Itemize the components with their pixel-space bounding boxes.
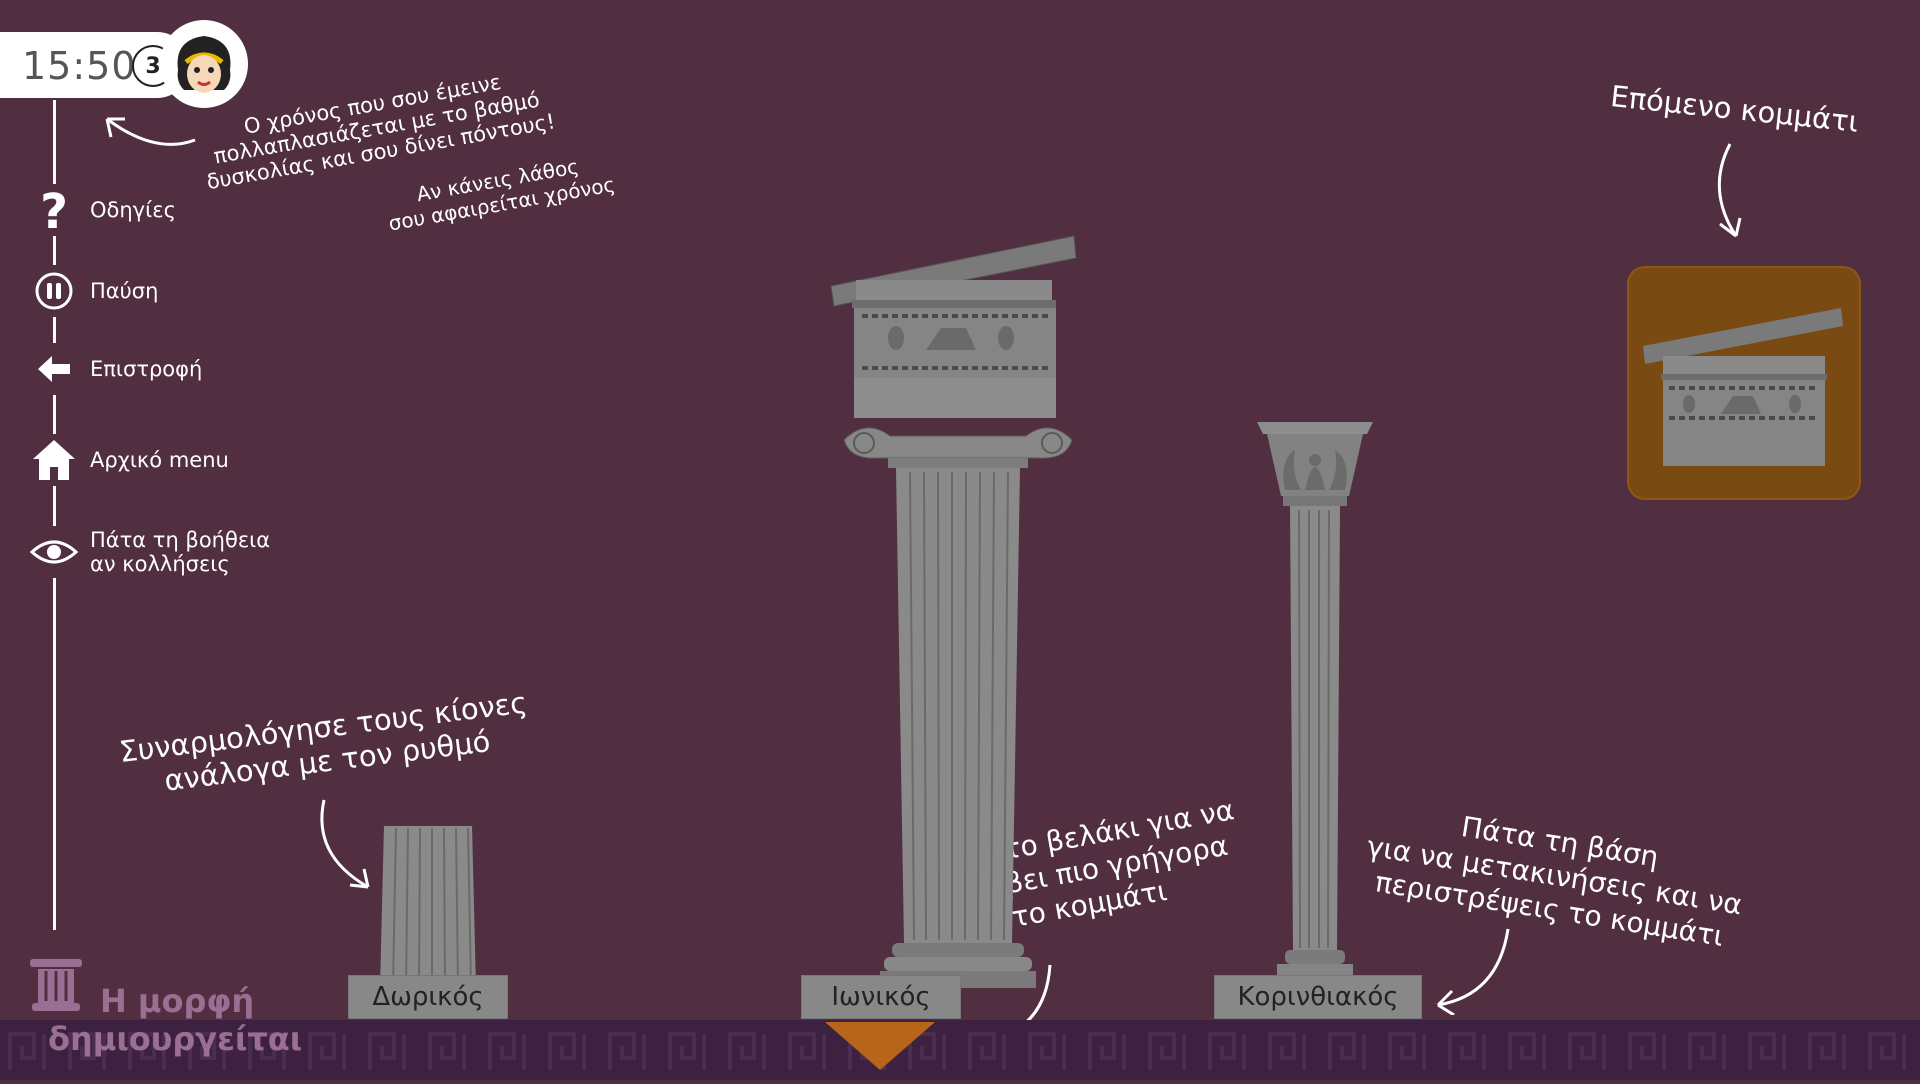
pause-icon <box>28 265 80 317</box>
sidebar-item-pause[interactable]: Παύση <box>28 265 158 317</box>
curved-arrow-icon <box>1717 143 1742 238</box>
brand-title: Η μορφή δημιουργείται <box>48 982 303 1058</box>
sidebar-item-label: Πάτα τη βοήθεια αν κολλήσεις <box>90 528 270 576</box>
ionic-capital <box>843 427 1073 468</box>
curved-arrow-icon <box>105 117 196 146</box>
curved-arrow-icon <box>1436 928 1510 1015</box>
home-icon <box>28 434 80 486</box>
column-base-doric[interactable]: Δωρικός <box>348 975 508 1019</box>
entablature-piece <box>830 235 1077 418</box>
drop-arrow-button[interactable] <box>825 1022 935 1072</box>
corinthian-shaft <box>1290 506 1340 950</box>
sidebar-item-label: Παύση <box>90 279 159 303</box>
column-base-corinthian[interactable]: Κορινθιακός <box>1214 975 1422 1019</box>
eye-icon <box>28 526 80 578</box>
question-icon: ? <box>28 184 80 236</box>
sidebar-item-label: Επιστροφή <box>90 357 203 381</box>
ionic-column <box>830 235 1077 988</box>
corinthian-column <box>1257 422 1373 990</box>
next-piece-tile <box>1627 266 1861 500</box>
mistake-note: Αν κάνεις λάθος σου αφαιρείται χρόνος <box>386 154 617 236</box>
entablature-preview <box>1643 308 1843 466</box>
svg-text:?: ? <box>40 186 68 234</box>
doric-column <box>380 826 476 988</box>
timer-readout: 15:50 <box>22 44 137 88</box>
back-arrow-icon <box>28 343 80 395</box>
assemble-instruction-note: Συναρμολόγησε τους κίονες ανάλογα με τον… <box>117 685 529 798</box>
character-face-icon <box>177 36 231 93</box>
sidebar-item-back[interactable]: Επιστροφή <box>28 343 202 395</box>
curved-arrow-icon <box>320 799 370 889</box>
column-base-ionic[interactable]: Ιωνικός <box>801 975 961 1019</box>
sidebar-item-home[interactable]: Αρχικό menu <box>28 434 229 486</box>
sidebar-item-help[interactable]: Πάτα τη βοήθεια αν κολλήσεις <box>28 526 270 578</box>
help-label-line1: Πάτα τη βοήθεια <box>90 528 271 552</box>
sidebar-item-label: Αρχικό menu <box>90 448 229 472</box>
avatar <box>160 20 248 108</box>
help-label-line2: αν κολλήσεις <box>90 552 230 576</box>
next-piece-note: Επόμενο κομμάτι <box>1608 79 1861 139</box>
corinthian-capital <box>1257 422 1373 506</box>
sidebar-item-label: Οδηγίες <box>90 198 176 222</box>
base-instruction-note: Πάτα τη βάση για να μετακινήσεις και να … <box>1364 810 1745 953</box>
sidebar-item-instructions[interactable]: ? Οδηγίες <box>28 184 176 236</box>
ionic-shaft <box>896 468 1020 943</box>
